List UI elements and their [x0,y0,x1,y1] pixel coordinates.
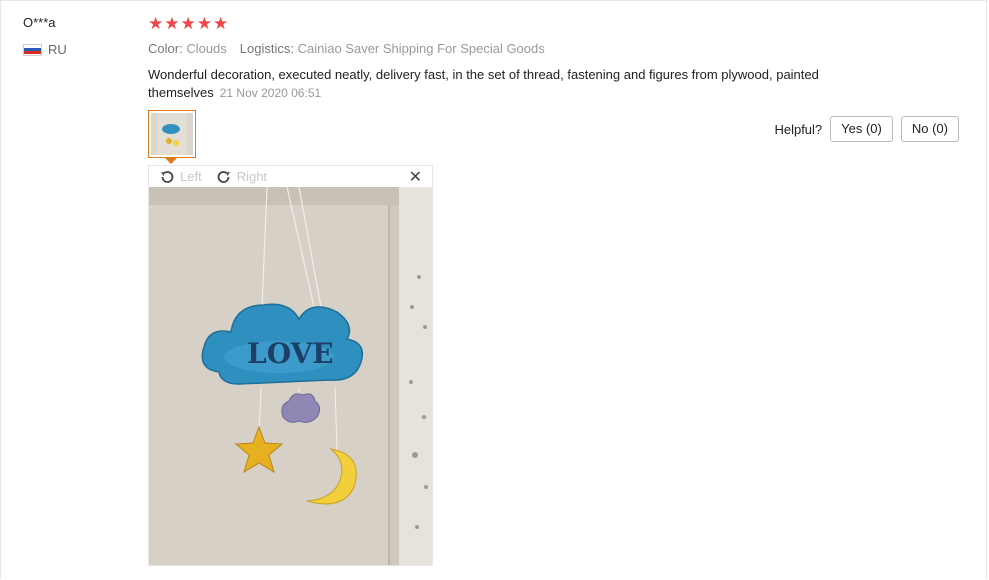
color-info: Color: Clouds [148,41,227,56]
logistics-label: Logistics: [239,41,294,56]
logistics-value: Cainiao Saver Shipping For Special Goods [297,41,545,56]
rotate-right-icon [217,170,230,183]
review-photo[interactable]: LOVE [149,187,432,565]
rotate-left-icon [161,170,174,183]
review-date: 21 Nov 2020 06:51 [219,86,322,100]
star-icon: ★ [180,14,196,33]
image-viewer: Left Right ✕ LOVE [148,165,433,566]
close-icon[interactable]: ✕ [409,167,422,187]
reviewer-country: RU [23,42,67,57]
star-rating: ★ ★ ★ ★ ★ [148,15,228,33]
sign-text: LOVE [247,337,334,370]
rotate-right-button[interactable]: Right [216,169,267,185]
review-card: O***a RU ★ ★ ★ ★ ★ Color: Clouds Logisti… [0,0,987,579]
helpful-no-button[interactable]: No (0) [900,116,959,142]
helpful-label: Helpful? [774,121,823,137]
viewer-toolbar: Left Right ✕ [149,166,432,187]
star-icon: ★ [164,14,180,33]
color-label: Color: [148,41,183,56]
star-icon: ★ [196,14,212,33]
thumbnail-pointer [165,158,177,164]
helpful-yes-button[interactable]: Yes (0) [830,116,893,142]
star-icon: ★ [213,14,229,33]
helpful-vote: Helpful? Yes (0) No (0) [774,116,959,142]
rotate-left-label: Left [180,169,202,184]
review-body: Wonderful decoration, executed neatly, d… [148,66,868,102]
photo-thumbnail[interactable] [148,110,196,158]
color-value: Clouds [186,41,227,56]
logistics-info: Logistics: Cainiao Saver Shipping For Sp… [240,41,545,56]
reviewer-name: O***a [23,15,56,30]
order-info: Color: Clouds Logistics: Cainiao Saver S… [148,41,545,56]
russia-flag-icon [23,43,42,56]
country-code: RU [48,42,67,57]
rotate-right-label: Right [236,169,268,184]
rotate-left-button[interactable]: Left [159,169,202,185]
star-icon: ★ [148,14,164,33]
